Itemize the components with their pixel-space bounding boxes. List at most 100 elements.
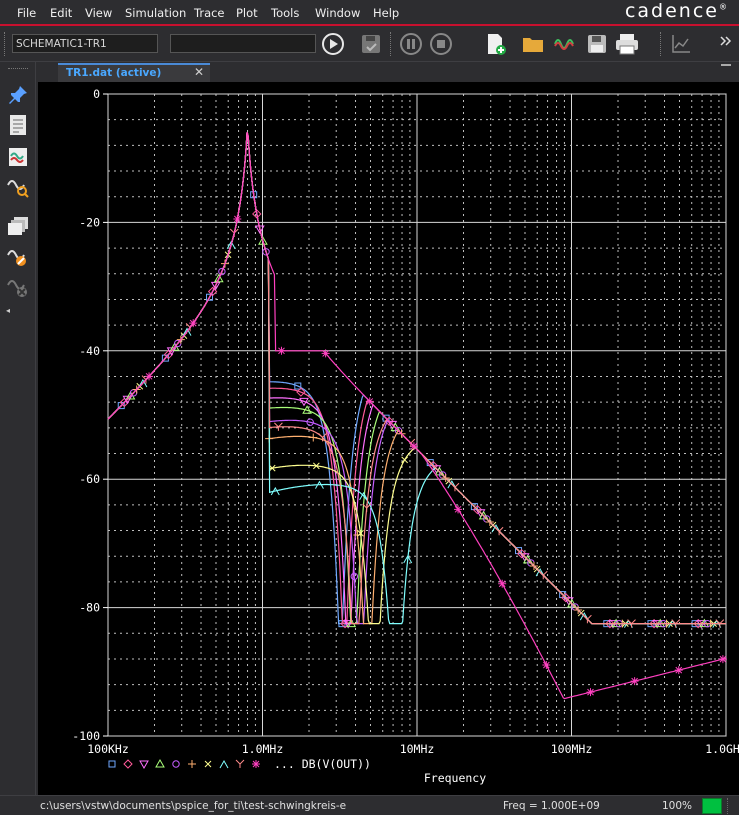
minimize-icon[interactable] <box>721 64 731 66</box>
run-button[interactable] <box>320 31 346 57</box>
trace-marker-10 <box>277 346 286 355</box>
schematic-profile-select[interactable] <box>12 34 158 53</box>
toolstrip-grip[interactable] <box>8 68 28 70</box>
axis-settings-button[interactable] <box>668 31 694 57</box>
trace-marker-10 <box>454 505 463 514</box>
stacked-windows-icon <box>8 217 28 235</box>
menu-file[interactable]: File <box>17 6 36 20</box>
printer-icon <box>616 34 638 55</box>
cursor-tool-button[interactable] <box>5 244 31 270</box>
registered-mark: ® <box>719 2 729 12</box>
trace-marker-10 <box>189 319 198 328</box>
status-cursor-frequency: Freq = 1.000E+09 <box>503 800 600 812</box>
stop-button[interactable] <box>428 31 454 57</box>
menu-help[interactable]: Help <box>373 6 399 20</box>
print-button[interactable] <box>614 31 640 57</box>
trace-marker-10 <box>542 661 551 670</box>
cadence-logo: cadence® <box>625 0 729 22</box>
toolstrip-expand-icon[interactable]: ◂ <box>6 306 10 315</box>
pspice-window: File Edit View Simulation Trace Plot Too… <box>0 0 739 815</box>
add-trace-button[interactable] <box>5 144 31 170</box>
toolbar <box>0 26 739 62</box>
tab-tr1-dat[interactable]: TR1.dat (active) ✕ <box>58 63 210 82</box>
bode-plot[interactable]: 100KHz 1.0MHz 10MHz 100MHz 1.0GHz 0 -20 -40 -60 -… <box>38 82 739 795</box>
status-file-path: c:\users\vstw\documents\pspice_for_ti\te… <box>40 800 347 812</box>
trace-marker-6 <box>309 433 318 442</box>
menubar: File Edit View Simulation Trace Plot Too… <box>0 0 739 26</box>
tab-label: TR1.dat (active) <box>66 67 162 79</box>
status-zoom-level: 100% <box>662 800 693 812</box>
cadence-logo-text: cadence <box>624 0 719 22</box>
y-tick-label: -100 <box>72 729 100 743</box>
legend-marker-1 <box>108 760 116 768</box>
probe-plot-window[interactable]: 100KHz 1.0MHz 10MHz 100MHz 1.0GHz 0 -20 -40 -60 -… <box>38 82 739 795</box>
toolbar-grip-2[interactable] <box>390 32 393 56</box>
chevron-double-right-icon <box>720 36 732 46</box>
delete-trace-icon <box>7 280 27 297</box>
trace-marker-10 <box>321 349 330 358</box>
legend-marker-5 <box>172 760 180 768</box>
legend-marker-7 <box>204 760 212 768</box>
menu-window[interactable]: Window <box>315 6 360 20</box>
menu-trace[interactable]: Trace <box>194 6 225 20</box>
new-plot-button[interactable] <box>482 31 508 57</box>
trace-search-icon <box>7 180 29 198</box>
windows-button[interactable] <box>5 214 31 240</box>
menu-tools[interactable]: Tools <box>271 6 299 20</box>
simulation-status-indicator <box>702 798 722 814</box>
save-button[interactable] <box>584 31 610 57</box>
document-list-icon <box>10 115 26 135</box>
pin-tool-button[interactable] <box>5 82 31 108</box>
trace-marker-10 <box>718 655 727 664</box>
close-icon[interactable]: ✕ <box>194 65 204 79</box>
legend-marker-4 <box>155 758 165 768</box>
status-bar: c:\users\vstw\documents\pspice_for_ti\te… <box>0 795 739 815</box>
x-tick-label: 10MHz <box>400 742 435 756</box>
legend-marker-9 <box>235 759 245 768</box>
trace-marker-10 <box>233 214 242 223</box>
toolbar-grip-3[interactable] <box>660 32 663 56</box>
pause-icon <box>400 33 422 55</box>
tool-strip: ◂ <box>0 62 36 795</box>
toolbar-overflow-button[interactable] <box>716 31 736 57</box>
legend-marker-2 <box>123 759 133 769</box>
menu-edit[interactable]: Edit <box>50 6 72 20</box>
folder-icon <box>523 38 543 52</box>
plot-grid <box>107 93 727 737</box>
trace-marker-10 <box>145 372 154 381</box>
play-icon <box>322 33 344 55</box>
trace-marker-7 <box>401 456 408 464</box>
cursor-wave-icon <box>7 250 26 266</box>
y-tick-label: -80 <box>79 601 100 615</box>
pushpin-icon <box>9 86 27 104</box>
trace-marker-10 <box>409 442 418 451</box>
simulation-profile-select[interactable] <box>170 34 316 53</box>
pause-button[interactable] <box>398 31 424 57</box>
trace-waves-icon <box>9 148 27 166</box>
trace-marker-10 <box>630 677 639 686</box>
trace-marker-10 <box>586 688 595 697</box>
x-tick-label: 100MHz <box>551 742 593 756</box>
x-tick-label: 100KHz <box>87 742 129 756</box>
menu-simulation[interactable]: Simulation <box>125 6 186 20</box>
menu-view[interactable]: View <box>85 6 112 20</box>
legend-marker-3 <box>139 760 149 770</box>
waveform-button[interactable] <box>552 31 578 57</box>
document-tabs: TR1.dat (active) ✕ <box>36 62 739 82</box>
x-tick-label: 1.0GHz <box>705 742 739 756</box>
y-tick-label: 0 <box>93 87 100 101</box>
open-button[interactable] <box>520 31 546 57</box>
save-checked-button[interactable] <box>358 31 384 57</box>
status-grip[interactable] <box>727 798 737 814</box>
y-tick-label: -40 <box>79 344 100 358</box>
output-file-button[interactable] <box>5 112 31 138</box>
delete-trace-button[interactable] <box>5 274 31 300</box>
x-axis-label: Frequency <box>424 771 486 785</box>
disk-icon <box>588 35 606 53</box>
axis-chart-icon <box>672 35 690 53</box>
disk-check-icon <box>362 35 380 53</box>
legend-trace-name: ... DB(V(OUT)) <box>274 757 371 771</box>
toolbar-grip[interactable] <box>4 32 7 56</box>
trace-search-button[interactable] <box>5 174 31 200</box>
menu-plot[interactable]: Plot <box>236 6 258 20</box>
